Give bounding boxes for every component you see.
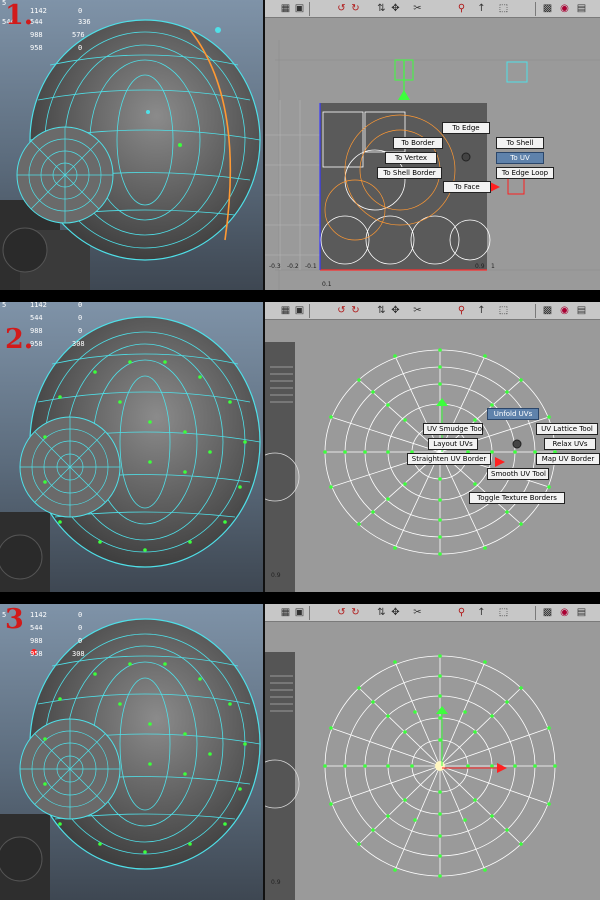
menu-map-uv-border[interactable]: Map UV Border: [536, 453, 600, 465]
axis-label: -0.2: [287, 263, 299, 270]
menu-to-shell-border[interactable]: To Shell Border: [377, 167, 442, 179]
step-3-row: 5 1142 544 988 958 0 0 0 308 3 ▦ ▣ ↺ ↻ ⇅…: [0, 604, 600, 900]
viewport-3d[interactable]: 5 1142 544 988 958 0 0 0 308 3: [0, 604, 263, 900]
menu-toggle-texture-borders[interactable]: Toggle Texture Borders: [469, 492, 565, 504]
step-number-label: 2.: [5, 324, 34, 355]
axis-label: -0.1: [305, 263, 317, 270]
row-separator: [0, 592, 600, 604]
uv-texture-editor[interactable]: ▦ ▣ ↺ ↻ ⇅ ✥ ✂ ⚲ ↑ ⬚ ▩ ◉ ▤ 0.9: [265, 302, 600, 592]
uv-texture-editor[interactable]: ▦ ▣ ↺ ↻ ⇅ ✥ ✂ ⚲ ↑ ⬚ ▩ ◉ ▤ -0.3 -0.2 -0.1…: [265, 0, 600, 290]
axis-label: 0.9: [475, 263, 485, 270]
menu-relax-uvs[interactable]: Relax UVs: [544, 438, 596, 450]
menu-uv-smudge-tool[interactable]: UV Smudge Tool: [423, 423, 484, 435]
menu-unfold-uvs[interactable]: Unfold UVs: [487, 408, 539, 420]
step-2-row: 5 1142 544 988 958 0 0 0 308 2. ▦ ▣ ↺ ↻ …: [0, 302, 600, 592]
menu-to-border[interactable]: To Border: [393, 137, 443, 149]
menu-uv-lattice-tool[interactable]: UV Lattice Tool: [536, 423, 598, 435]
step-1-row: 5 1142 544 544 988 958 0 336 576 0 1. ▦ …: [0, 0, 600, 290]
axis-label: 1: [491, 263, 495, 270]
axis-label: 0.9: [271, 879, 281, 886]
menu-layout-uvs[interactable]: Layout UVs: [428, 438, 478, 450]
menu-straighten-uv-border[interactable]: Straighten UV Border: [407, 453, 491, 465]
uv-texture-editor[interactable]: ▦ ▣ ↺ ↻ ⇅ ✥ ✂ ⚲ ↑ ⬚ ▩ ◉ ▤ 0.9: [265, 604, 600, 900]
step-number-label: 3: [5, 604, 24, 635]
axis-label: 0.1: [322, 281, 332, 288]
menu-smooth-uv-tool[interactable]: Smooth UV Tool: [487, 468, 549, 480]
axis-label: -0.3: [269, 263, 281, 270]
menu-to-face[interactable]: To Face: [443, 181, 491, 193]
uv-grid-canvas: 0.9: [265, 652, 557, 900]
viewport-3d[interactable]: 5 1142 544 988 958 0 0 0 308 2.: [0, 302, 263, 592]
menu-to-vertex[interactable]: To Vertex: [385, 152, 437, 164]
viewport-3d[interactable]: 5 1142 544 544 988 958 0 336 576 0 1.: [0, 0, 263, 290]
menu-to-uv[interactable]: To UV: [496, 152, 544, 164]
menu-to-edge[interactable]: To Edge: [442, 122, 490, 134]
axis-label: 0.9: [271, 572, 281, 579]
row-separator: [0, 290, 600, 302]
step-number-label: 1.: [5, 0, 34, 31]
menu-to-shell[interactable]: To Shell: [496, 137, 544, 149]
menu-to-edge-loop[interactable]: To Edge Loop: [496, 167, 554, 179]
